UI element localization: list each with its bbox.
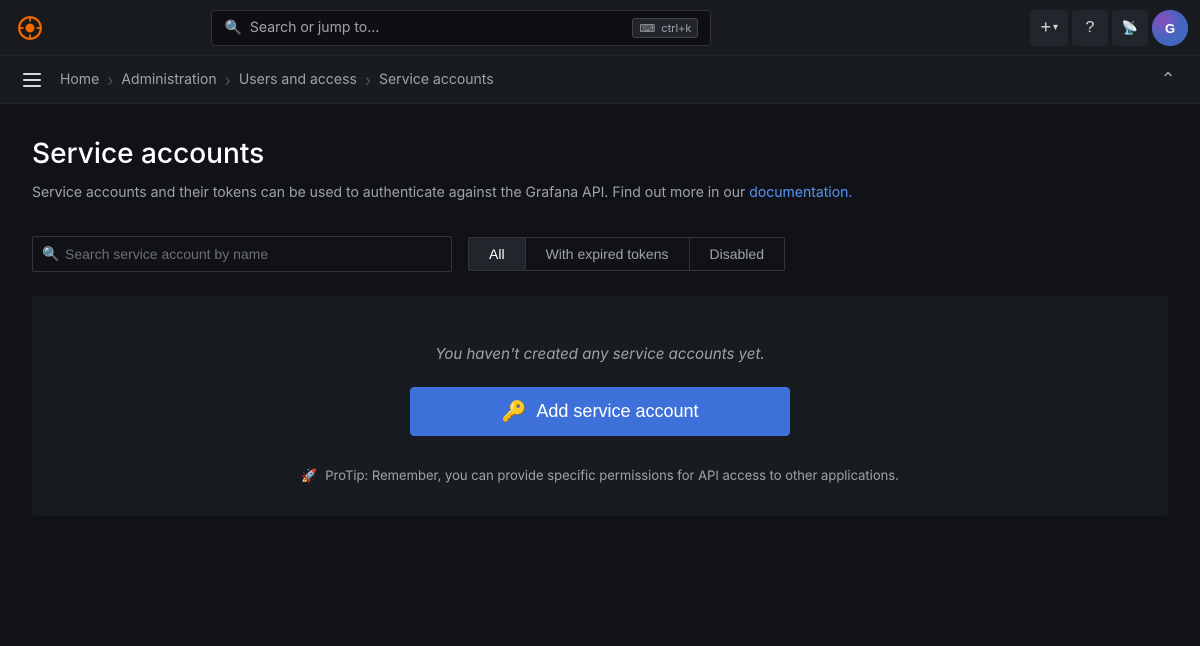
filter-tab-expired-tokens[interactable]: With expired tokens	[526, 238, 690, 270]
hamburger-icon	[23, 85, 41, 87]
search-icon: 🔍	[42, 246, 59, 263]
filter-tab-all[interactable]: All	[469, 238, 526, 270]
documentation-link[interactable]: documentation.	[749, 184, 852, 201]
help-button[interactable]: ?	[1072, 10, 1108, 46]
breadcrumb-administration[interactable]: Administration	[121, 71, 216, 88]
main-content: Service accounts Service accounts and th…	[0, 104, 1200, 540]
filter-tabs: All With expired tokens Disabled	[468, 237, 785, 271]
breadcrumb-bar: Home › Administration › Users and access…	[0, 56, 1200, 104]
hamburger-menu-button[interactable]	[16, 64, 48, 96]
search-shortcut-badge: ⌨ ctrl+k	[632, 18, 698, 38]
breadcrumb-separator: ›	[225, 70, 231, 90]
search-bar[interactable]: 🔍 Search or jump to... ⌨ ctrl+k	[211, 10, 711, 46]
page-description: Service accounts and their tokens can be…	[32, 182, 932, 204]
protip-text: 🚀 ProTip: Remember, you can provide spec…	[301, 468, 899, 484]
news-feed-button[interactable]: 📡	[1112, 10, 1148, 46]
search-placeholder-text: Search or jump to...	[250, 19, 624, 36]
chevron-down-icon: ▾	[1053, 22, 1058, 33]
svg-text:G: G	[1165, 21, 1175, 36]
chevron-up-icon: ⌃	[1160, 69, 1175, 90]
breadcrumb-current-page: Service accounts	[379, 71, 494, 88]
top-navigation: 🔍 Search or jump to... ⌨ ctrl+k + ▾ ? 📡	[0, 0, 1200, 56]
breadcrumb-home[interactable]: Home	[60, 71, 99, 88]
page-title: Service accounts	[32, 136, 1168, 170]
key-icon: 🔑	[502, 399, 527, 424]
user-avatar[interactable]: G	[1152, 10, 1188, 46]
breadcrumb-collapse-button[interactable]: ⌃	[1152, 64, 1184, 96]
hamburger-icon	[23, 73, 41, 75]
add-menu-button[interactable]: + ▾	[1030, 10, 1068, 46]
search-icon: 🔍	[224, 19, 241, 36]
search-input[interactable]	[32, 236, 452, 272]
breadcrumb: Home › Administration › Users and access…	[60, 70, 1152, 90]
add-service-account-button[interactable]: 🔑 Add service account	[410, 387, 790, 436]
grafana-logo[interactable]	[12, 10, 48, 46]
breadcrumb-separator: ›	[365, 70, 371, 90]
breadcrumb-separator: ›	[107, 70, 113, 90]
topnav-right-actions: + ▾ ? 📡 G	[1030, 10, 1188, 46]
empty-state-panel: You haven't created any service accounts…	[32, 296, 1168, 516]
filter-tab-disabled[interactable]: Disabled	[690, 238, 784, 270]
question-icon: ?	[1086, 19, 1095, 37]
filters-row: 🔍 All With expired tokens Disabled	[32, 236, 1168, 272]
breadcrumb-users-and-access[interactable]: Users and access	[239, 71, 357, 88]
plus-icon: +	[1040, 17, 1051, 38]
hamburger-icon	[23, 79, 41, 81]
search-wrapper: 🔍	[32, 236, 452, 272]
keyboard-icon: ⌨	[639, 21, 655, 35]
empty-state-message: You haven't created any service accounts…	[435, 344, 764, 363]
rocket-icon: 🚀	[301, 468, 317, 484]
rss-icon: 📡	[1122, 20, 1138, 36]
